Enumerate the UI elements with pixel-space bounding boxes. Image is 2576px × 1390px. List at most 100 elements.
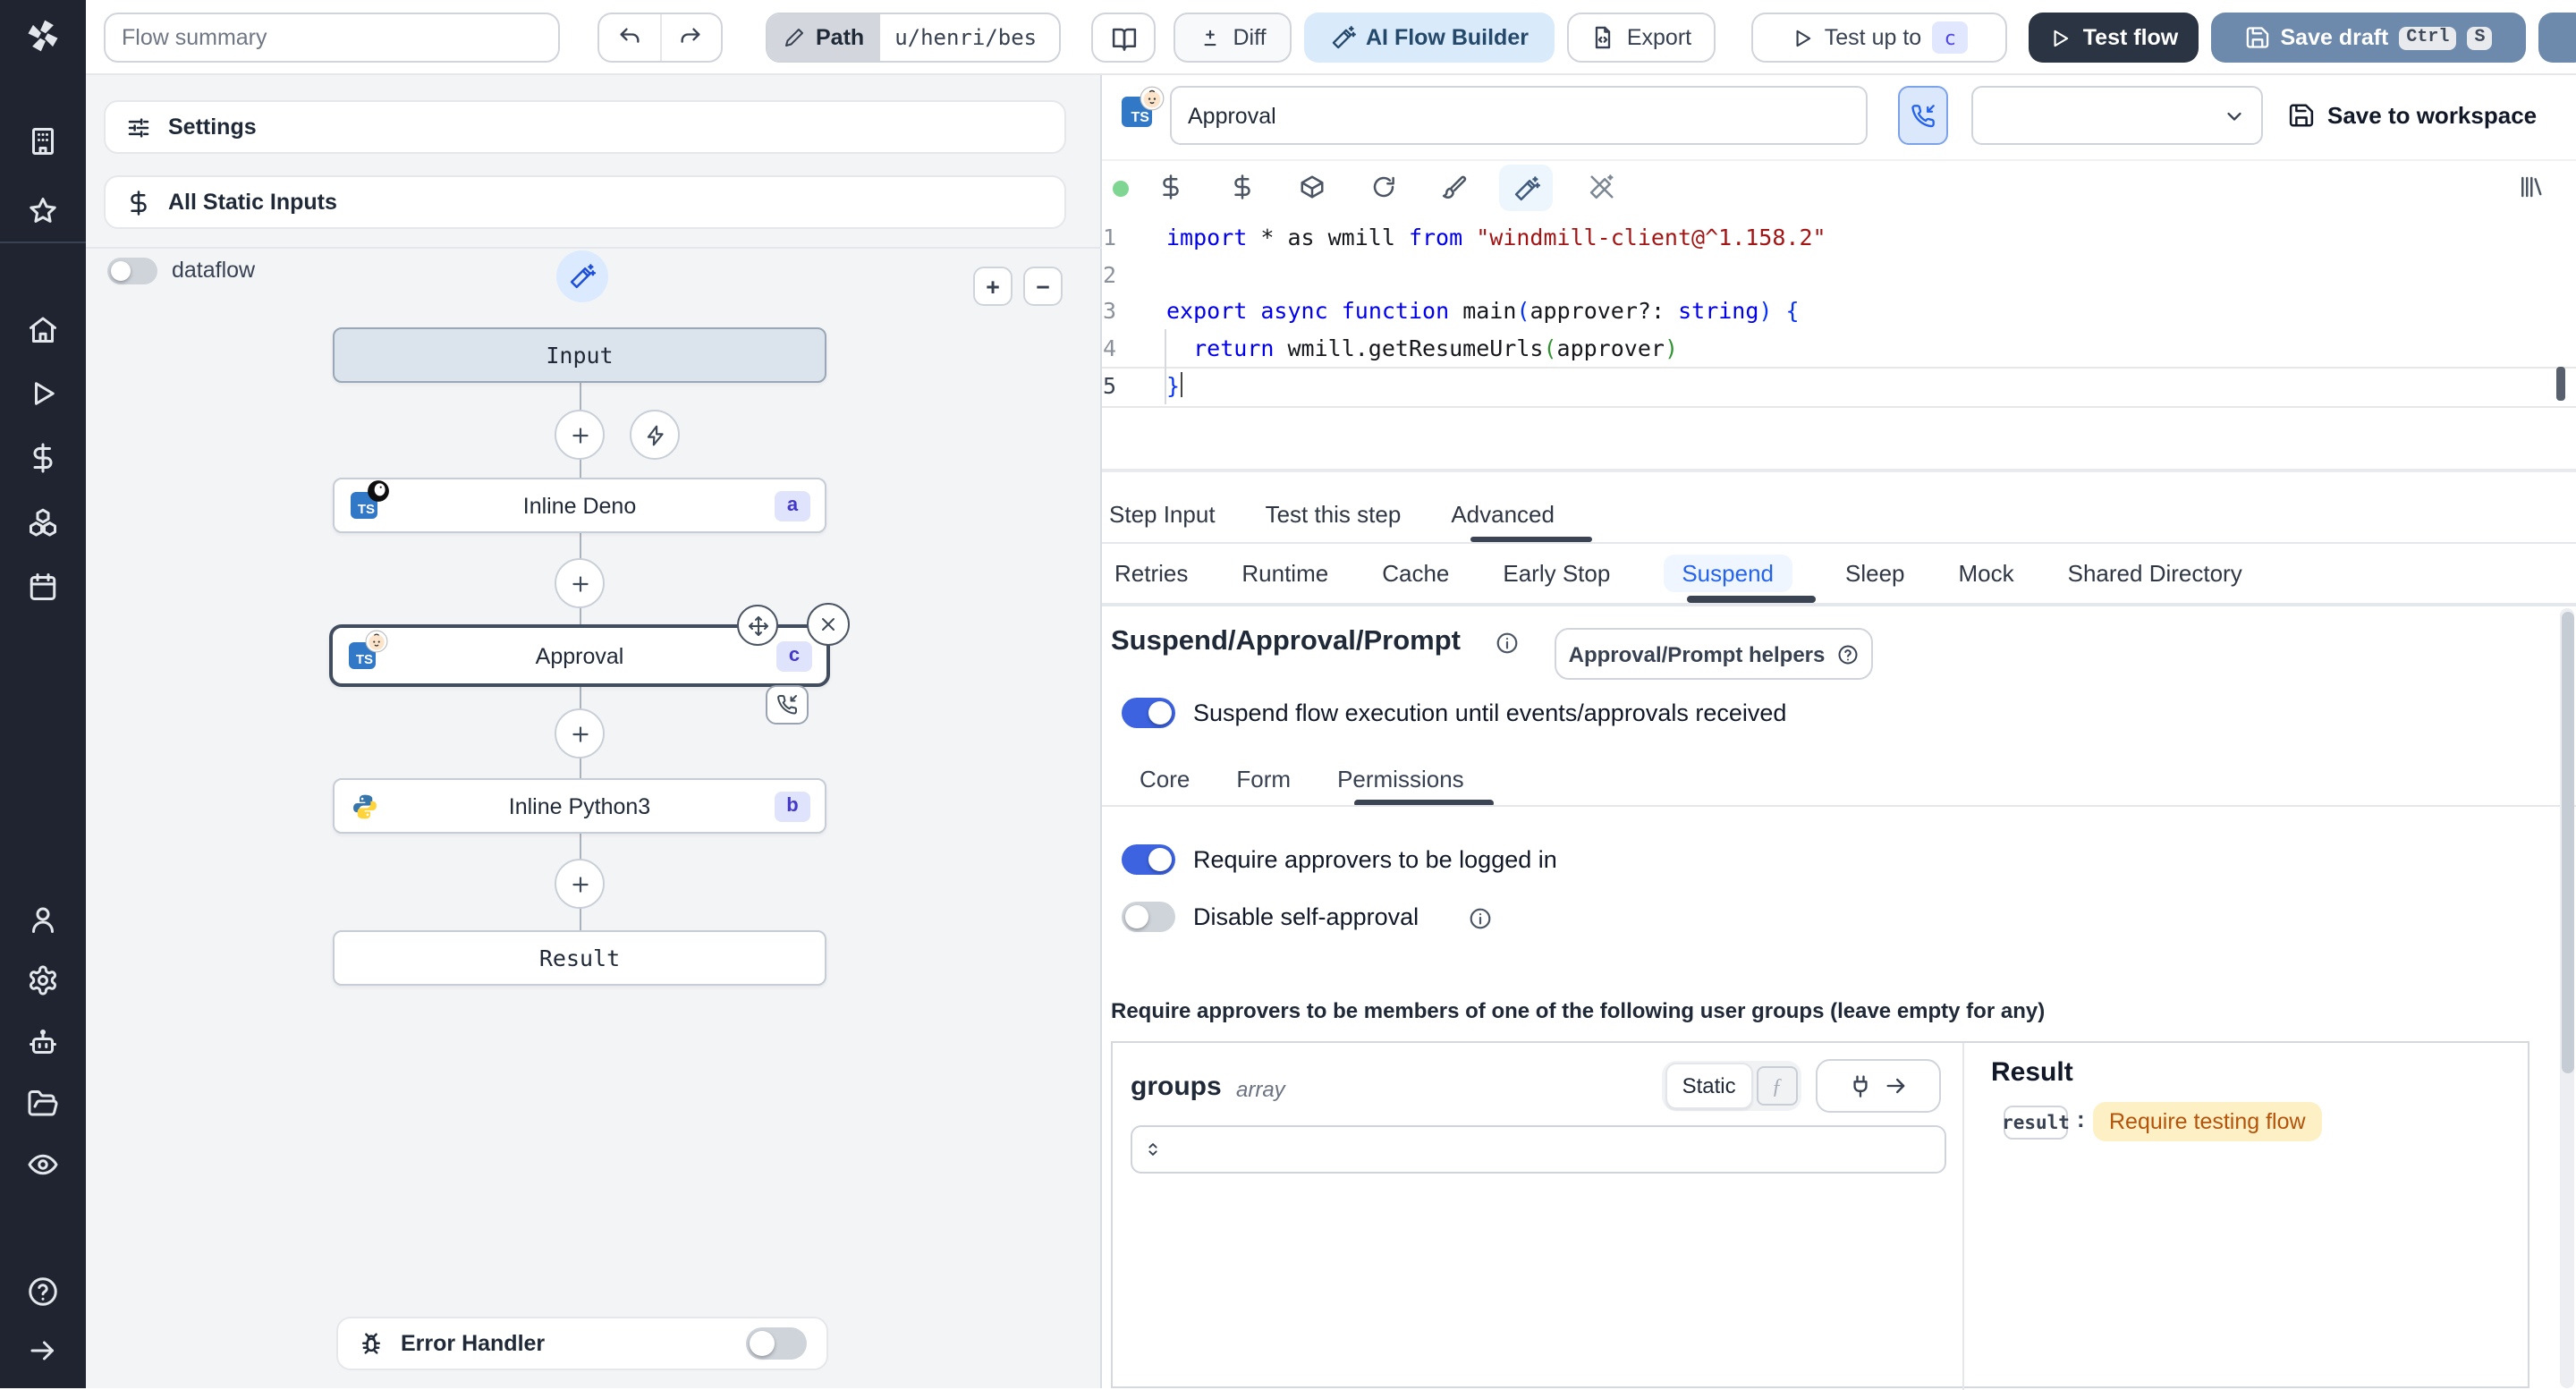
flow-node-result[interactable]: Result [333, 930, 826, 986]
resources-boxes-icon[interactable] [27, 506, 59, 538]
ai-disabled-wand-off-icon[interactable] [1589, 174, 1615, 200]
add-step-button-1[interactable] [555, 410, 605, 460]
code-line-3[interactable]: 3 export async function main(approver?: s… [1102, 293, 2576, 330]
tab-test-this-step[interactable]: Test this step [1266, 501, 1402, 528]
tab-retries[interactable]: Retries [1114, 560, 1188, 587]
panel-scrollbar-track[interactable] [2560, 608, 2574, 1388]
trigger-zap-button[interactable] [630, 410, 680, 460]
code-line-5[interactable]: 5} [1102, 367, 2576, 407]
flow-node-inline-python3[interactable]: Inline Python3 b [333, 778, 826, 834]
line-number: 5 [1102, 372, 1116, 399]
audit-eye-icon[interactable] [27, 1148, 59, 1181]
editor-scrollbar-thumb[interactable] [2556, 367, 2565, 401]
export-button[interactable]: Export [1567, 13, 1716, 63]
add-step-button-2[interactable] [555, 558, 605, 608]
add-step-button-3[interactable] [555, 708, 605, 759]
tab-sleep[interactable]: Sleep [1845, 560, 1905, 587]
save-draft-button[interactable]: Save draft Ctrl S [2211, 13, 2526, 63]
test-up-to-label: Test up to [1824, 25, 1922, 50]
code-line-2[interactable]: 2 [1102, 257, 2576, 293]
static-toggle-button[interactable]: Static [1665, 1063, 1753, 1109]
runs-play-icon[interactable] [27, 377, 59, 410]
help-icon[interactable] [27, 1276, 59, 1308]
code-editor[interactable]: 1 import * as wmill from "windmill-client… [1102, 213, 2576, 472]
script-version-select[interactable] [1971, 86, 2263, 145]
settings-gear-icon[interactable] [27, 964, 59, 996]
users-icon[interactable] [27, 903, 59, 936]
home-icon[interactable] [27, 313, 59, 345]
ai-flow-builder-button[interactable]: AI Flow Builder [1304, 13, 1555, 63]
require-login-toggle[interactable] [1122, 844, 1175, 875]
save-icon [2288, 102, 2315, 129]
function-toggle-icon[interactable]: ƒ [1756, 1066, 1798, 1106]
suspend-phone-toggle-button[interactable] [1898, 86, 1948, 145]
error-handler-toggle[interactable] [746, 1327, 807, 1360]
tab-cache[interactable]: Cache [1382, 560, 1449, 587]
tab-shared-directory[interactable]: Shared Directory [2068, 560, 2242, 587]
tab-early-stop[interactable]: Early Stop [1503, 560, 1610, 587]
flow-node-inline-deno[interactable]: TS Inline Deno a [333, 478, 826, 533]
top-toolbar: Path u/henri/bes Diff AI Flow Builder Ex… [86, 0, 2576, 75]
deploy-button-clipped[interactable] [2538, 13, 2576, 63]
tab-suspend[interactable]: Suspend [1664, 555, 1792, 592]
flow-node-inline-python3-label: Inline Python3 [508, 793, 651, 818]
favorites-star-icon[interactable] [27, 195, 59, 227]
workspace-icon[interactable] [27, 125, 59, 157]
variables-dollar-icon[interactable] [27, 442, 59, 474]
info-icon[interactable] [1469, 907, 1492, 930]
reload-icon[interactable] [1370, 174, 1397, 200]
connect-input-button[interactable] [1816, 1059, 1941, 1113]
save-to-workspace-button[interactable]: Save to workspace [2288, 86, 2538, 145]
tab-advanced[interactable]: Advanced [1451, 501, 1555, 528]
package-icon[interactable] [1299, 174, 1326, 200]
ai-graph-wand-button[interactable] [556, 250, 608, 302]
flow-node-input[interactable]: Input [333, 327, 826, 383]
require-login-label: Require approvers to be logged in [1193, 846, 1557, 873]
approval-prompt-helpers-button[interactable]: Approval/Prompt helpers [1555, 628, 1873, 680]
tab-permissions[interactable]: Permissions [1337, 766, 1464, 792]
tab-mock[interactable]: Mock [1959, 560, 2014, 587]
zoom-in-button[interactable]: + [973, 267, 1013, 306]
ai-generate-wand-icon[interactable] [1499, 165, 1553, 211]
dataflow-toggle[interactable] [107, 258, 157, 284]
wand-icon [1330, 25, 1355, 50]
variable-picker-icon[interactable] [1157, 174, 1184, 200]
schedules-cal endar-icon[interactable] [27, 571, 59, 603]
docs-button[interactable] [1091, 13, 1156, 63]
diff-button[interactable]: Diff [1174, 13, 1292, 63]
suspend-execution-toggle[interactable] [1122, 698, 1175, 728]
expand-arrow-icon[interactable] [27, 1335, 59, 1367]
move-step-button[interactable] [737, 605, 778, 646]
code-line-4[interactable]: 4 return wmill.getResumeUrls(approver) [1102, 330, 2576, 367]
library-icon[interactable] [2517, 174, 2544, 200]
resource-picker-icon[interactable] [1229, 174, 1256, 200]
info-icon[interactable] [1496, 631, 1519, 655]
folders-icon[interactable] [27, 1088, 59, 1120]
tab-step-input[interactable]: Step Input [1109, 501, 1216, 528]
flow-summary-input[interactable] [104, 13, 560, 63]
deno-step-icons: TS [351, 491, 390, 520]
windmill-logo[interactable] [23, 16, 63, 55]
redo-icon[interactable] [662, 14, 721, 61]
flow-settings-bar[interactable]: Settings [104, 100, 1066, 154]
disable-self-approval-toggle[interactable] [1122, 902, 1175, 932]
groups-array-input[interactable] [1131, 1125, 1946, 1174]
add-step-button-4[interactable] [555, 859, 605, 909]
tab-runtime[interactable]: Runtime [1241, 560, 1328, 587]
workers-bot-icon[interactable] [27, 1027, 59, 1059]
zoom-out-button[interactable]: − [1023, 267, 1063, 306]
path-field[interactable]: Path u/henri/bes [766, 13, 1061, 63]
tab-form[interactable]: Form [1236, 766, 1291, 792]
error-handler-bar[interactable]: Error Handler [336, 1317, 828, 1370]
format-brush-icon[interactable] [1440, 174, 1467, 200]
test-up-to-button[interactable]: Test up to c [1751, 13, 2007, 63]
step-name-input[interactable] [1170, 86, 1868, 145]
test-flow-button[interactable]: Test flow [2029, 13, 2199, 63]
panel-scrollbar-thumb[interactable] [2561, 612, 2573, 1073]
code-line-1[interactable]: 1 import * as wmill from "windmill-client… [1102, 220, 2576, 257]
undo-icon[interactable] [599, 14, 662, 61]
approval-phone-incoming-badge[interactable] [766, 685, 809, 725]
all-static-inputs-bar[interactable]: All Static Inputs [104, 175, 1066, 229]
tab-core[interactable]: Core [1140, 766, 1190, 792]
delete-step-button[interactable] [807, 603, 850, 646]
